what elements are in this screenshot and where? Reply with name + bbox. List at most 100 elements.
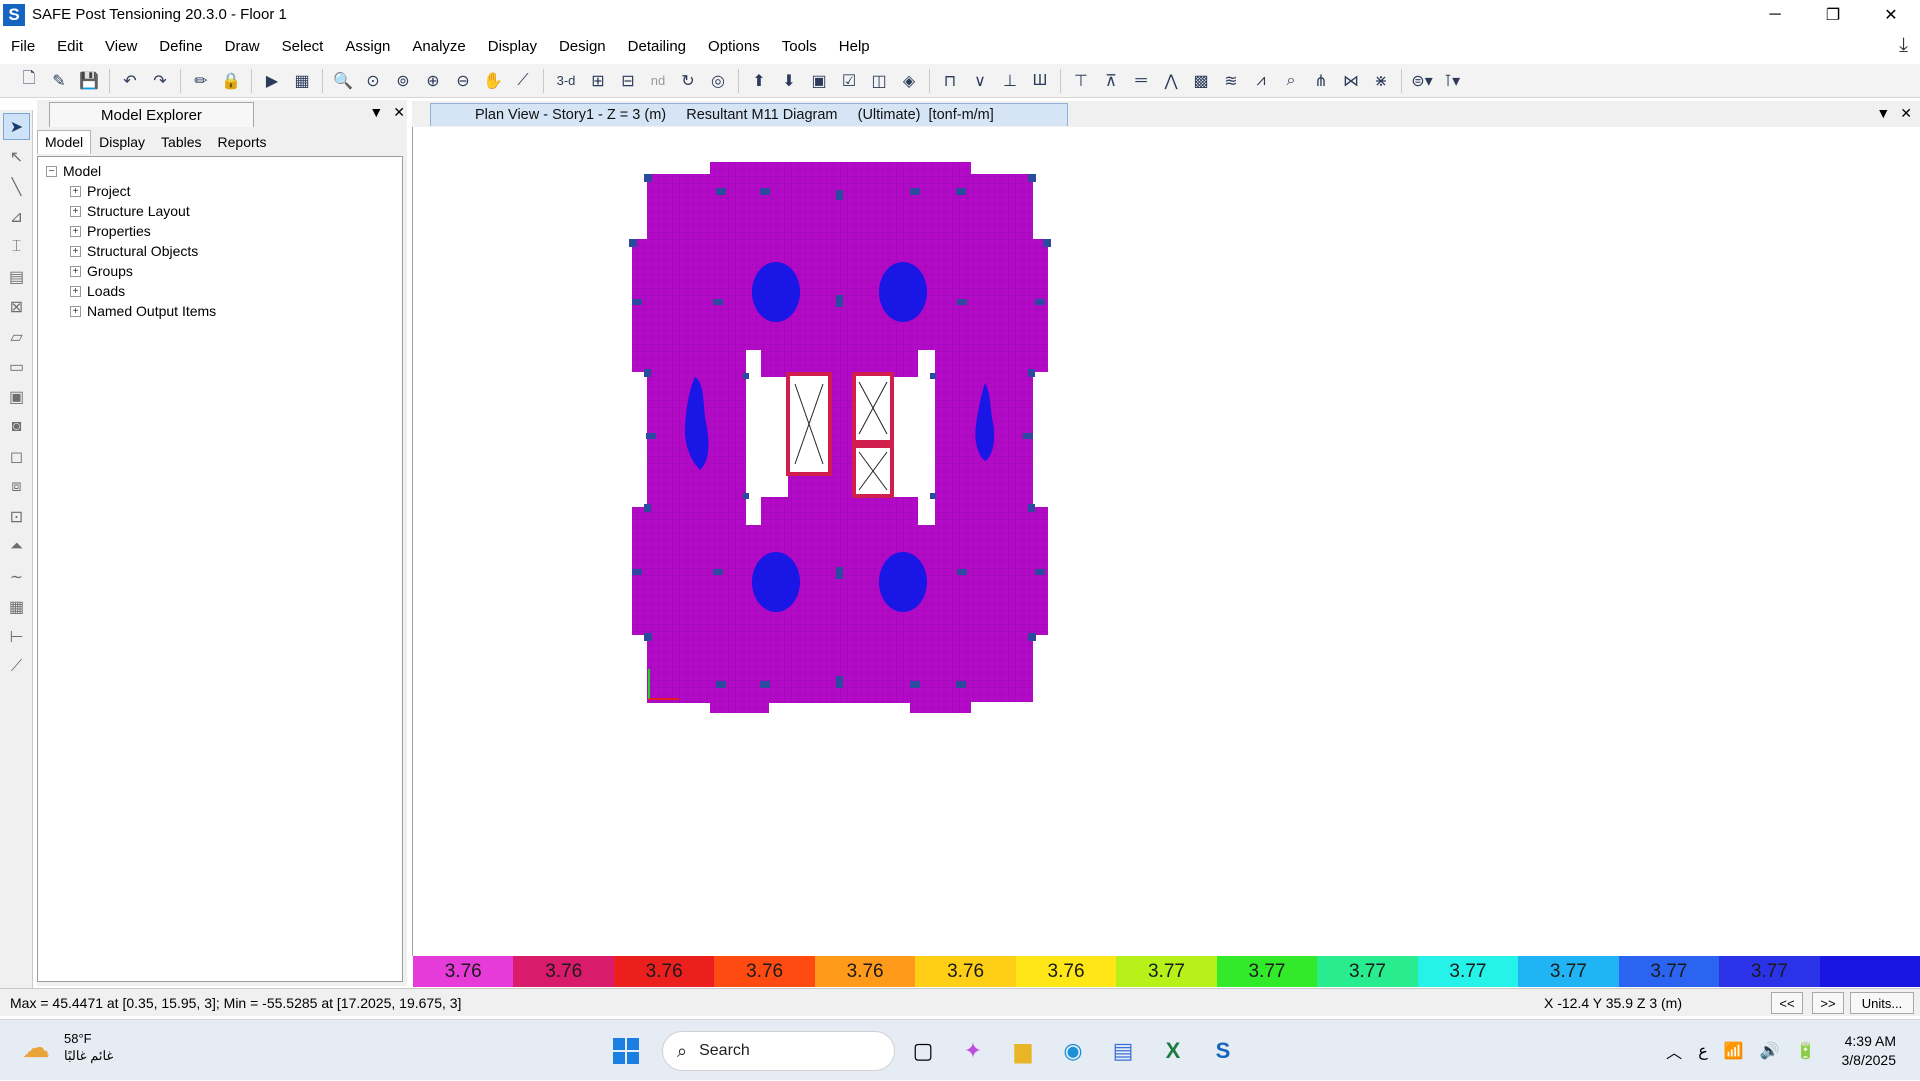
panel-dropdown-icon[interactable]: ▼ (369, 104, 383, 121)
menu-help[interactable]: Help (828, 38, 881, 55)
expand-icon[interactable]: + (70, 205, 81, 217)
draw-drop-panel-icon[interactable]: ◙ (3, 413, 30, 440)
taskbar-search[interactable]: ⌕ Search (662, 1031, 895, 1071)
section-dropdown-icon[interactable]: ⊺▾ (1440, 69, 1464, 93)
pan-icon[interactable]: ✋ (481, 69, 505, 93)
tree-node-model[interactable]: − Model (46, 161, 394, 181)
grid-icon[interactable]: ▩ (1189, 69, 1213, 93)
save-icon[interactable]: 💾 (77, 69, 101, 93)
draw-brace-icon[interactable]: ⊠ (3, 293, 30, 320)
contour-plot[interactable] (413, 127, 1920, 956)
draw-support-icon[interactable]: ⧈ (3, 473, 30, 500)
restore-button[interactable]: ❐ (1804, 0, 1862, 29)
menu-edit[interactable]: Edit (46, 38, 94, 55)
check-icon[interactable]: ☑ (837, 69, 861, 93)
draw-area-icon[interactable]: ▱ (3, 323, 30, 350)
draw-beam-icon[interactable]: ⊿ (3, 203, 30, 230)
expand-icon[interactable]: + (70, 245, 81, 257)
expand-icon[interactable]: + (70, 185, 81, 197)
task-view-icon[interactable]: ▢ (901, 1029, 945, 1073)
draw-slab-icon[interactable]: ▣ (3, 383, 30, 410)
pointer-icon[interactable]: ➤ (3, 113, 30, 140)
tree-node-properties[interactable]: + Properties (70, 221, 394, 241)
tab-plan-view[interactable]: Plan View - Story1 - Z = 3 (m) Resultant… (430, 103, 1068, 126)
soil-icon[interactable]: ⋔ (1309, 69, 1333, 93)
draw-section-cut-icon[interactable]: ⟋ (3, 653, 30, 680)
expand-icon[interactable]: + (70, 305, 81, 317)
file-explorer-icon[interactable]: ▆ (1001, 1029, 1045, 1073)
wifi-icon[interactable]: 📶 (1724, 1041, 1744, 1061)
menu-analyze[interactable]: Analyze (401, 38, 476, 55)
tree-node-groups[interactable]: + Groups (70, 261, 394, 281)
perspective-icon[interactable]: ◎ (706, 69, 730, 93)
units-button[interactable]: Units... (1850, 992, 1914, 1014)
tab-tables[interactable]: Tables (153, 130, 209, 154)
expand-icon[interactable]: + (70, 225, 81, 237)
menu-view[interactable]: View (94, 38, 148, 55)
support-icon[interactable]: ⊼ (1099, 69, 1123, 93)
beam-icon[interactable]: ⊓ (938, 69, 962, 93)
move-down-icon[interactable]: ⬇ (777, 69, 801, 93)
punching-icon[interactable]: ⩘ (1249, 69, 1273, 93)
tendon-icon[interactable]: ≋ (1219, 69, 1243, 93)
slab-icon[interactable]: ═ (1129, 69, 1153, 93)
tree-node-structural-objects[interactable]: + Structural Objects (70, 241, 394, 261)
undo-icon[interactable]: ↶ (118, 69, 142, 93)
detailing-dropdown-icon[interactable]: ⊜▾ (1410, 69, 1434, 93)
measure-icon[interactable]: ⟋ (511, 69, 535, 93)
start-button[interactable] (604, 1029, 648, 1073)
pencil-icon[interactable]: ✏ (189, 69, 213, 93)
menu-options[interactable]: Options (697, 38, 771, 55)
copilot-icon[interactable]: ✦ (951, 1029, 995, 1073)
previous-button[interactable]: << (1771, 992, 1803, 1014)
menu-assign[interactable]: Assign (334, 38, 401, 55)
tab-model[interactable]: Model (37, 130, 92, 154)
draw-strip-icon[interactable]: ∼ (3, 563, 30, 590)
tab-display[interactable]: Display (91, 130, 153, 154)
draw-line-icon[interactable]: ╲ (3, 173, 30, 200)
menu-tools[interactable]: Tools (771, 38, 828, 55)
redo-icon[interactable]: ↷ (148, 69, 172, 93)
edge-browser-icon[interactable]: ◉ (1051, 1029, 1095, 1073)
volume-icon[interactable]: 🔊 (1760, 1041, 1780, 1061)
view-options-icon[interactable]: ◫ (867, 69, 891, 93)
select-objects-icon[interactable]: ▣ (807, 69, 831, 93)
microsoft-store-icon[interactable]: ▤ (1101, 1029, 1145, 1073)
open-file-icon[interactable]: ✎ (47, 69, 71, 93)
tree-node-loads[interactable]: + Loads (70, 281, 394, 301)
menu-define[interactable]: Define (148, 38, 213, 55)
move-up-icon[interactable]: ⬆ (747, 69, 771, 93)
next-button[interactable]: >> (1812, 992, 1844, 1014)
3d-view-button[interactable]: 3-d (552, 69, 580, 93)
menu-display[interactable]: Display (477, 38, 548, 55)
expand-icon[interactable]: + (70, 285, 81, 297)
frame-icon[interactable]: ⊤ (1069, 69, 1093, 93)
zoom-in-icon[interactable]: ⊕ (421, 69, 445, 93)
deformed-shape-icon[interactable]: ∨ (968, 69, 992, 93)
nd-view-button[interactable]: nd (646, 69, 670, 93)
zoom-out-icon[interactable]: ⊖ (451, 69, 475, 93)
run-analysis-icon[interactable]: ▶ (260, 69, 284, 93)
draw-dimension-icon[interactable]: ⊢ (3, 623, 30, 650)
expand-icon[interactable]: + (70, 265, 81, 277)
download-icon[interactable]: ⤓ (1899, 34, 1908, 57)
shade-icon[interactable]: ◈ (897, 69, 921, 93)
menu-select[interactable]: Select (271, 38, 335, 55)
draw-tendon-icon[interactable]: ⏶ (3, 533, 30, 560)
battery-icon[interactable]: 🔋 (1796, 1041, 1816, 1061)
zoom-window-icon[interactable]: 🔍 (331, 69, 355, 93)
tray-overflow-icon[interactable]: ︿ (1666, 1039, 1682, 1063)
slab-forces-icon[interactable]: Ш (1028, 69, 1052, 93)
draw-rectangle-icon[interactable]: ▭ (3, 353, 30, 380)
view-close-icon[interactable]: ✕ (1900, 105, 1912, 122)
plan-view-icon[interactable]: ⊞ (586, 69, 610, 93)
menu-detailing[interactable]: Detailing (617, 38, 697, 55)
reshape-icon[interactable]: ↖ (3, 143, 30, 170)
draw-column-icon[interactable]: ⌶ (3, 233, 30, 260)
excel-icon[interactable]: X (1151, 1029, 1195, 1073)
elevation-view-icon[interactable]: ⊟ (616, 69, 640, 93)
menu-file[interactable]: File (0, 38, 46, 55)
input-language[interactable]: ع (1698, 1041, 1708, 1061)
panel-close-icon[interactable]: ✕ (393, 104, 405, 121)
weather-widget[interactable]: ☁ 58°F غائم غالبًا (22, 1030, 113, 1064)
